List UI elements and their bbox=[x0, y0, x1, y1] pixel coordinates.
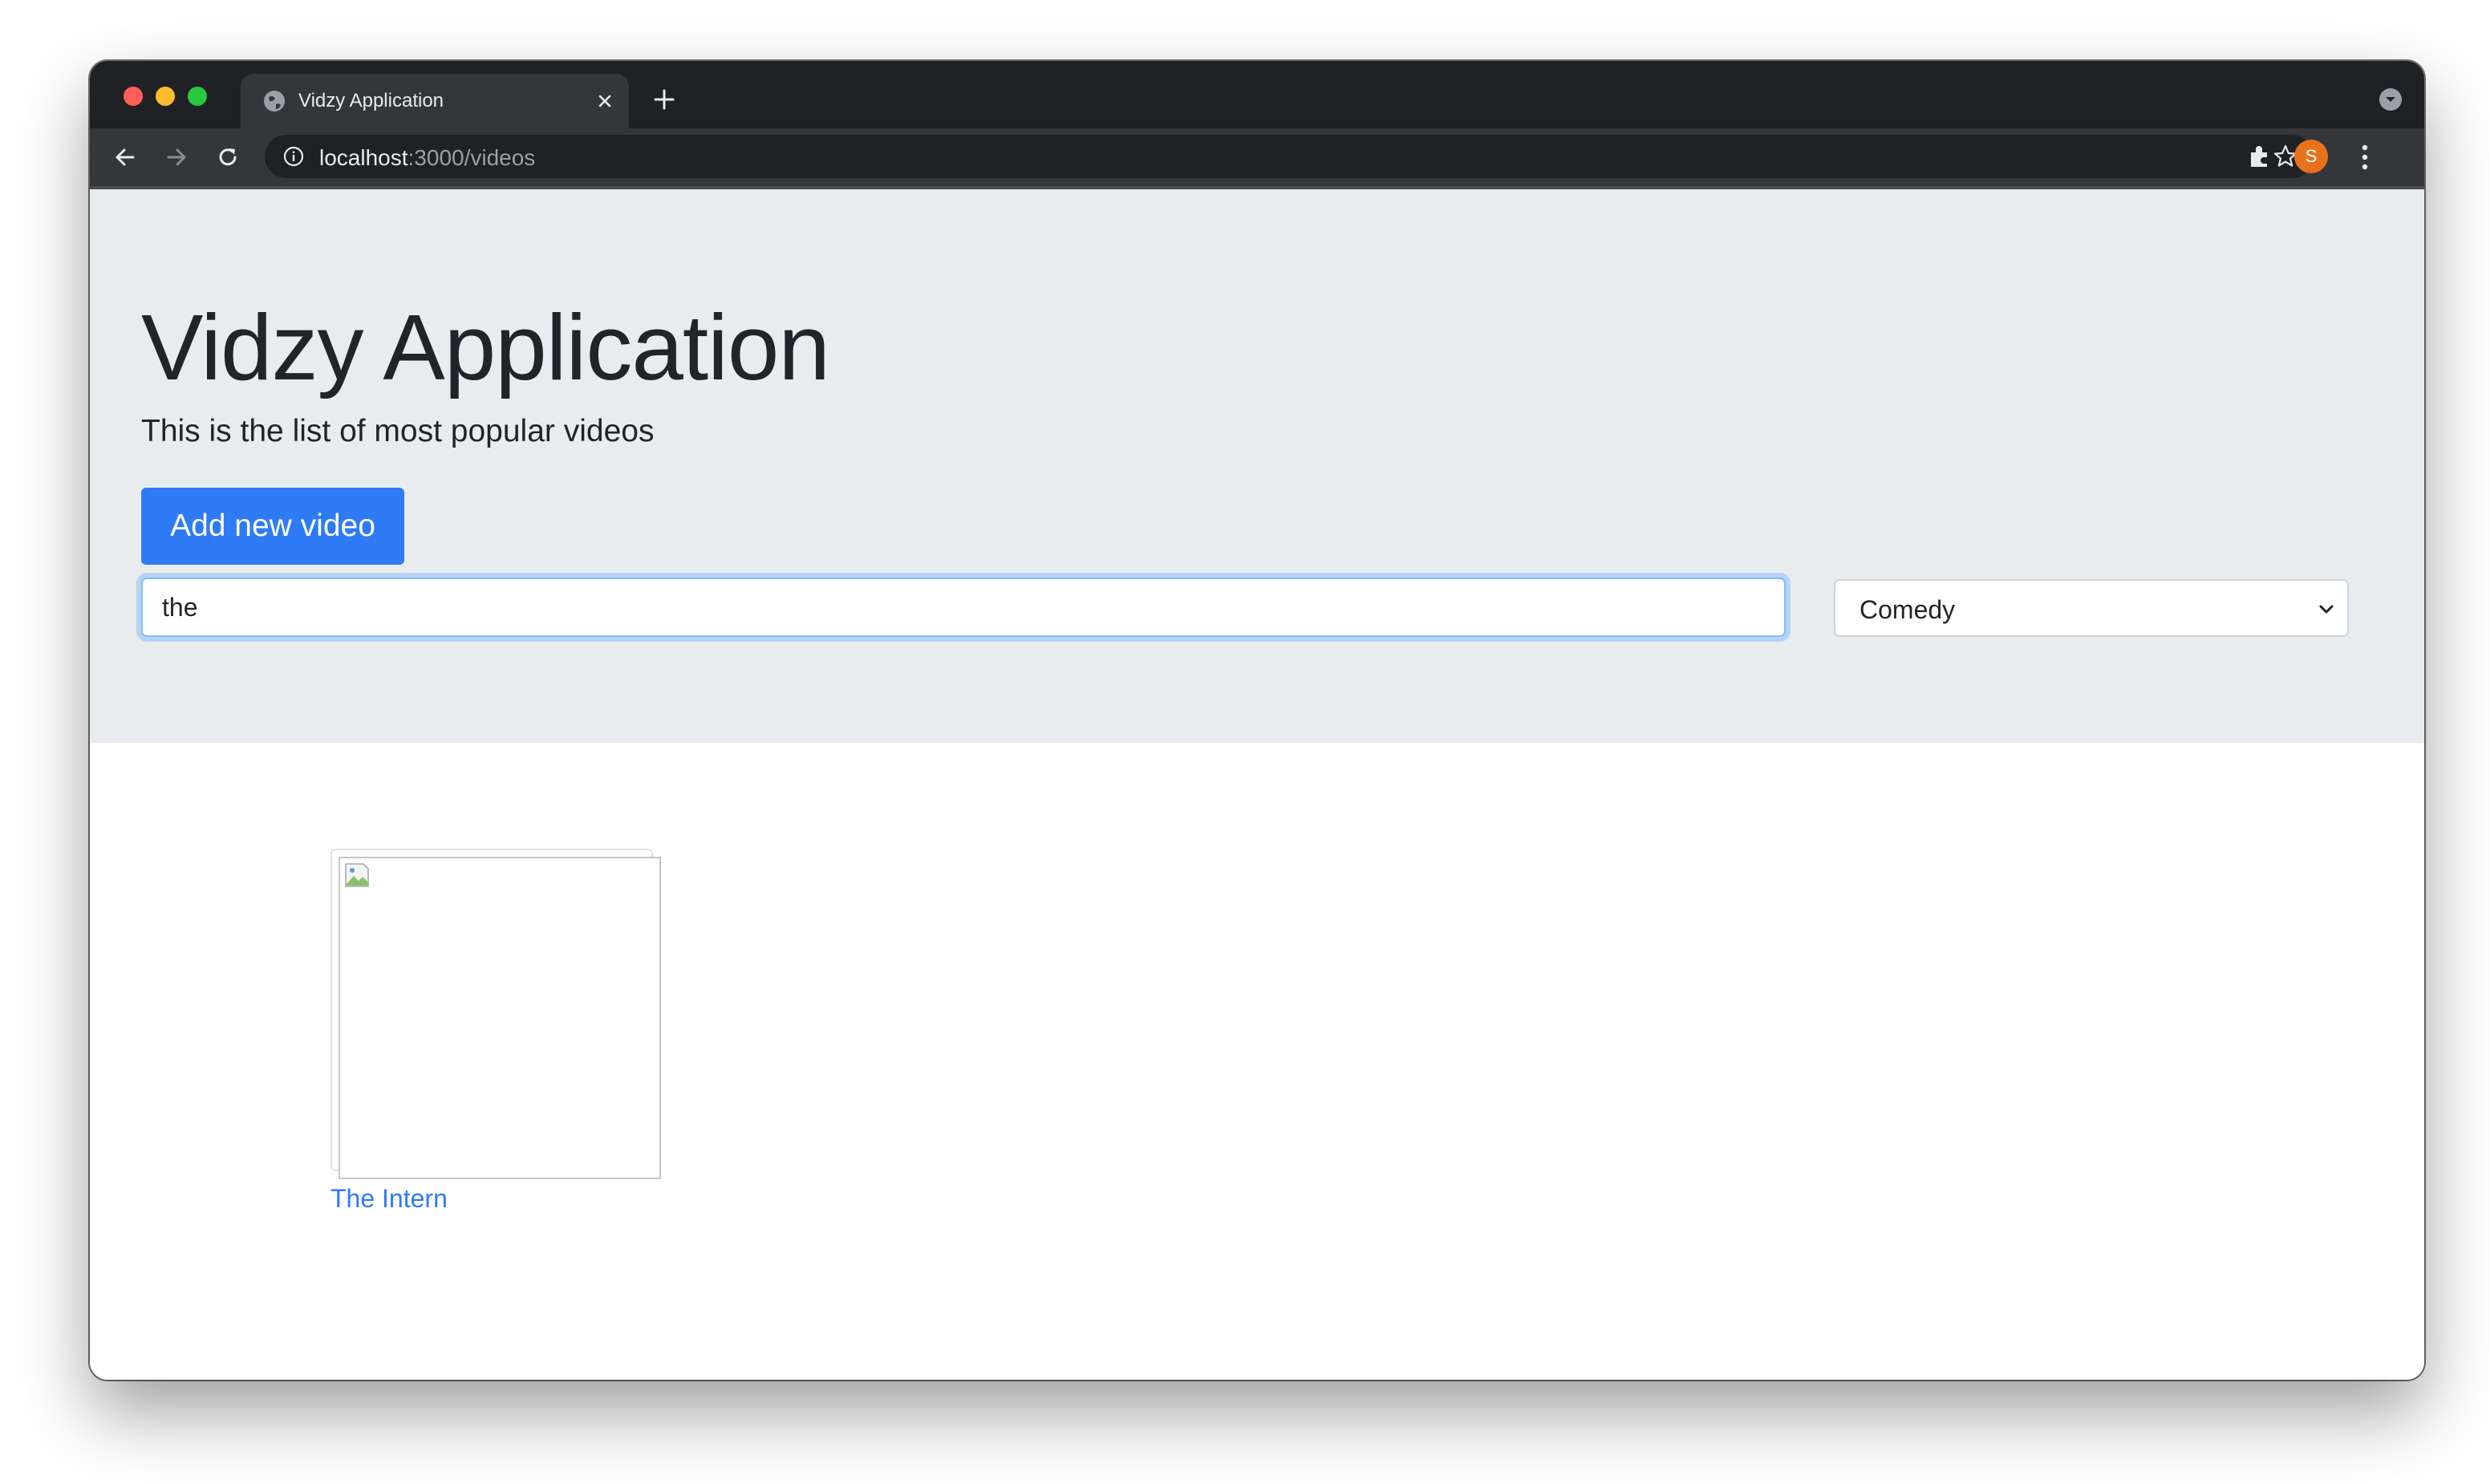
forward-icon[interactable] bbox=[162, 143, 191, 172]
browser-toolbar: localhost:3000/videos S bbox=[90, 128, 2424, 186]
tab-title: Vidzy Application bbox=[298, 90, 444, 112]
genre-select-value: Comedy bbox=[1859, 595, 1956, 624]
search-input[interactable] bbox=[141, 578, 1786, 637]
globe-icon bbox=[264, 91, 285, 112]
browser-tab[interactable]: Vidzy Application bbox=[241, 74, 629, 128]
tab-search-button[interactable] bbox=[2379, 88, 2402, 111]
browser-window: Vidzy Application localhost:3000/videos … bbox=[90, 61, 2424, 1380]
info-icon[interactable] bbox=[282, 145, 305, 168]
plus-icon[interactable] bbox=[651, 87, 677, 112]
page-content: Vidzy Application This is the list of mo… bbox=[90, 189, 2424, 1380]
url-host: localhost bbox=[319, 145, 408, 170]
url-text: localhost:3000/videos bbox=[319, 145, 535, 171]
back-icon[interactable] bbox=[111, 143, 140, 172]
avatar[interactable]: S bbox=[2294, 140, 2328, 173]
close-icon[interactable] bbox=[594, 90, 616, 112]
chevron-down-icon bbox=[2386, 97, 2395, 102]
jumbotron: Vidzy Application This is the list of mo… bbox=[90, 189, 2424, 743]
broken-image-icon bbox=[345, 863, 369, 887]
chevron-down-icon bbox=[2319, 605, 2334, 614]
close-window-button[interactable] bbox=[124, 87, 143, 106]
page-title: Vidzy Application bbox=[141, 295, 830, 399]
address-bar[interactable]: localhost:3000/videos bbox=[265, 135, 2314, 178]
add-video-button[interactable]: Add new video bbox=[141, 488, 404, 565]
reload-icon[interactable] bbox=[213, 143, 242, 172]
video-card[interactable]: The Intern bbox=[331, 849, 661, 1250]
more-icon[interactable] bbox=[2357, 141, 2373, 173]
page-subtitle: This is the list of most popular videos bbox=[141, 414, 655, 448]
minimize-window-button[interactable] bbox=[156, 87, 175, 106]
video-thumbnail[interactable] bbox=[339, 857, 661, 1179]
url-path: :3000/videos bbox=[408, 145, 536, 170]
genre-select[interactable]: Comedy bbox=[1834, 579, 2349, 637]
maximize-window-button[interactable] bbox=[188, 87, 207, 106]
video-title-link[interactable]: The Intern bbox=[331, 1184, 448, 1214]
extensions-icon[interactable] bbox=[2246, 141, 2275, 170]
tab-bar: Vidzy Application bbox=[90, 61, 2424, 128]
